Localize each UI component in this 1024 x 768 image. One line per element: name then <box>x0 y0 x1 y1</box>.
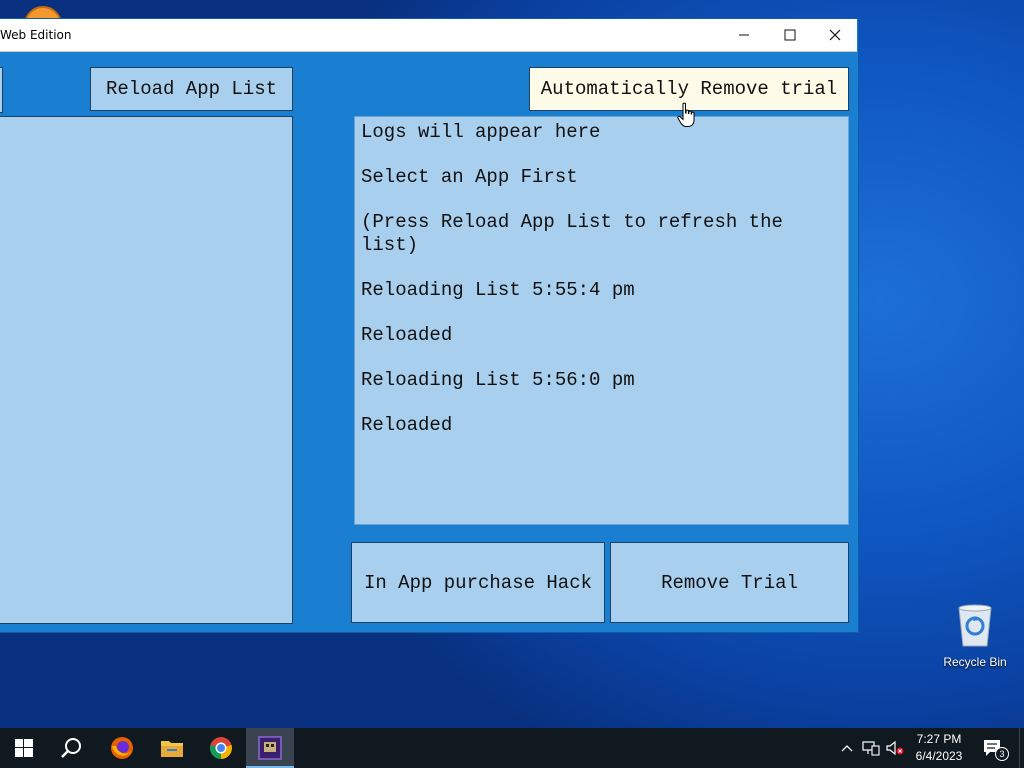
network-icon <box>862 741 880 756</box>
title-bar[interactable]: Web Edition <box>0 19 857 52</box>
log-line: Reloaded <box>361 323 453 346</box>
partial-button[interactable] <box>0 67 3 113</box>
log-panel: Logs will appear here Select an App Firs… <box>354 116 849 525</box>
close-icon <box>829 29 841 41</box>
chevron-up-icon <box>841 745 853 752</box>
hand-cursor-icon <box>677 102 695 127</box>
taskbar-active-app[interactable] <box>246 728 294 768</box>
clock-time: 7:27 PM <box>916 732 962 746</box>
log-line: Reloading List 5:55:4 pm <box>361 278 635 301</box>
action-center-button[interactable]: 3 <box>978 728 1009 768</box>
taskbar-file-explorer[interactable] <box>148 728 196 768</box>
show-hidden-icons-button[interactable] <box>838 728 856 768</box>
file-explorer-icon <box>161 741 183 757</box>
taskbar-clock[interactable]: 7:27 PM 6/4/2023 <box>908 731 970 765</box>
app-list[interactable] <box>0 116 293 624</box>
reload-app-list-button[interactable]: Reload App List <box>90 67 293 111</box>
remove-trial-button[interactable]: Remove Trial <box>610 542 849 623</box>
recycle-bin[interactable]: Recycle Bin <box>938 602 1012 674</box>
taskbar-firefox[interactable] <box>98 728 146 768</box>
firefox-icon <box>111 737 133 759</box>
log-line: (Press Reload App List to refresh the li… <box>361 211 795 256</box>
minimize-button[interactable] <box>721 19 767 51</box>
taskbar-chrome[interactable] <box>197 728 245 768</box>
app-window: Web Edition Reload App List Automaticall… <box>0 18 859 633</box>
log-line: Select an App First <box>361 166 578 188</box>
recycle-bin-label: Recycle Bin <box>943 655 1007 669</box>
search-icon <box>61 738 81 758</box>
close-button[interactable] <box>812 19 858 51</box>
log-line: Logs will appear here <box>361 121 601 143</box>
show-desktop-divider[interactable] <box>1019 728 1020 768</box>
maximize-button[interactable] <box>767 19 813 51</box>
clock-date: 6/4/2023 <box>915 749 963 763</box>
recycle-bin-icon <box>958 604 992 647</box>
log-line: Reloaded <box>361 413 453 436</box>
in-app-purchase-hack-button[interactable]: In App purchase Hack <box>351 542 605 623</box>
maximize-icon <box>784 29 796 41</box>
app-icon <box>258 736 282 760</box>
log-line: Reloading List 5:56:0 pm <box>361 368 635 391</box>
volume-muted-icon <box>886 740 904 756</box>
notification-count-badge: 3 <box>995 747 1009 761</box>
search-button[interactable] <box>48 728 96 768</box>
window-title: Web Edition <box>0 28 72 42</box>
network-tray[interactable] <box>860 728 882 768</box>
chrome-icon <box>210 737 232 759</box>
minimize-icon <box>739 34 749 36</box>
taskbar: 7:27 PM 6/4/2023 3 <box>0 728 1024 768</box>
start-icon <box>15 739 33 757</box>
volume-tray[interactable] <box>884 728 906 768</box>
start-button[interactable] <box>0 728 48 768</box>
